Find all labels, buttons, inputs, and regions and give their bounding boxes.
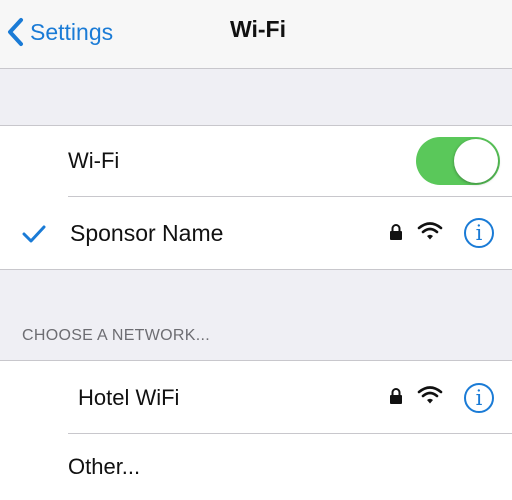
connected-network-row[interactable]: Sponsor Name i: [0, 197, 512, 269]
other-network-label: Other...: [68, 454, 141, 479]
wifi-toggle-label: Wi-Fi: [68, 148, 120, 173]
back-label: Settings: [30, 18, 114, 45]
wifi-toggle-row: Wi-Fi: [0, 126, 512, 196]
checkmark-icon: [22, 225, 46, 243]
other-network-row[interactable]: Other...: [0, 434, 512, 500]
navigation-bar: Settings Wi-Fi: [0, 0, 512, 69]
wifi-signal-icon: [417, 222, 443, 240]
network-row[interactable]: Hotel WiFi i: [0, 361, 512, 433]
group-spacer: [0, 69, 512, 125]
section-header: CHOOSE A NETWORK...: [22, 327, 210, 344]
network-name: Hotel WiFi: [78, 385, 180, 410]
back-button[interactable]: Settings: [6, 14, 113, 50]
choose-network-section: CHOOSE A NETWORK...: [0, 270, 512, 360]
wifi-signal-icon: [417, 386, 443, 404]
chevron-left-icon: [8, 18, 23, 46]
lock-icon: [390, 388, 402, 404]
info-icon[interactable]: i: [464, 383, 494, 413]
info-icon[interactable]: i: [464, 218, 494, 248]
connected-network-name: Sponsor Name: [70, 220, 224, 246]
page-title: Wi-Fi: [230, 16, 286, 42]
lock-icon: [390, 224, 402, 240]
toggle-knob: [454, 139, 498, 183]
wifi-toggle-switch[interactable]: [416, 137, 500, 185]
